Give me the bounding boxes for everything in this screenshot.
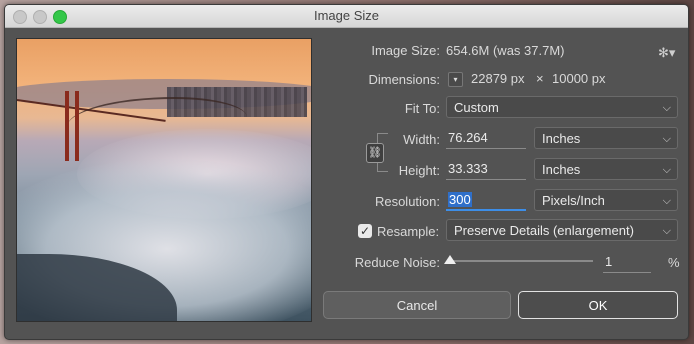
dimensions-times: ×: [536, 71, 544, 86]
reduce-noise-input[interactable]: 1: [603, 251, 651, 273]
gear-icon[interactable]: ✻▾: [658, 45, 675, 61]
height-label: Height:: [398, 163, 440, 178]
constrain-bracket-bottom: [377, 162, 388, 172]
height-unit-select[interactable]: Inches ⌵: [534, 158, 678, 180]
resolution-unit-select[interactable]: Pixels/Inch ⌵: [534, 189, 678, 211]
fit-to-label: Fit To:: [404, 101, 440, 116]
constrain-bracket-top: [377, 133, 388, 143]
chevron-down-icon: ⌵: [662, 225, 671, 237]
dimensions-label: Dimensions:: [368, 72, 440, 87]
dimensions-width: 22879 px: [471, 71, 525, 86]
image-size-value: 654.6M (was 37.7M): [446, 43, 565, 58]
image-size-label: Image Size:: [371, 43, 440, 58]
resample-label: Resample:: [377, 224, 440, 239]
resolution-label: Resolution:: [374, 194, 440, 209]
reduce-noise-slider-track[interactable]: [449, 260, 593, 262]
minimize-window-button[interactable]: [33, 10, 47, 24]
window-title: Image Size: [313, 8, 380, 23]
width-unit-select[interactable]: Inches ⌵: [534, 127, 678, 149]
chevron-down-icon: ⌵: [662, 195, 671, 207]
fit-to-select[interactable]: Custom ⌵: [446, 96, 678, 118]
dimensions-units-dropdown[interactable]: ▾: [448, 72, 463, 87]
title-bar: Image Size: [5, 5, 688, 28]
width-label: Width:: [403, 132, 440, 147]
height-input[interactable]: 33.333: [446, 158, 526, 180]
reduce-noise-label: Reduce Noise:: [354, 255, 440, 270]
chevron-down-icon: ⌵: [662, 164, 671, 176]
image-size-dialog: Image Size Image Size: 654.6M (was 37.7M…: [4, 4, 689, 340]
image-preview[interactable]: [16, 38, 312, 322]
chevron-down-icon: ⌵: [662, 102, 671, 114]
reduce-noise-unit: %: [668, 255, 680, 270]
width-input[interactable]: 76.264: [446, 127, 526, 149]
zoom-window-button[interactable]: [53, 10, 67, 24]
resolution-input[interactable]: 300: [446, 189, 526, 211]
chevron-down-icon: ⌵: [662, 133, 671, 145]
resample-checkbox[interactable]: ✓: [358, 224, 372, 238]
constrain-proportions-link-icon[interactable]: ⛓: [366, 143, 384, 163]
close-window-button[interactable]: [13, 10, 27, 24]
reduce-noise-slider-thumb[interactable]: [444, 255, 457, 264]
dimensions-height: 10000 px: [552, 71, 606, 86]
ok-button[interactable]: OK: [518, 291, 678, 319]
cancel-button[interactable]: Cancel: [323, 291, 511, 319]
resample-method-select[interactable]: Preserve Details (enlargement) ⌵: [446, 219, 678, 241]
chevron-down-icon: ▾: [453, 75, 458, 84]
